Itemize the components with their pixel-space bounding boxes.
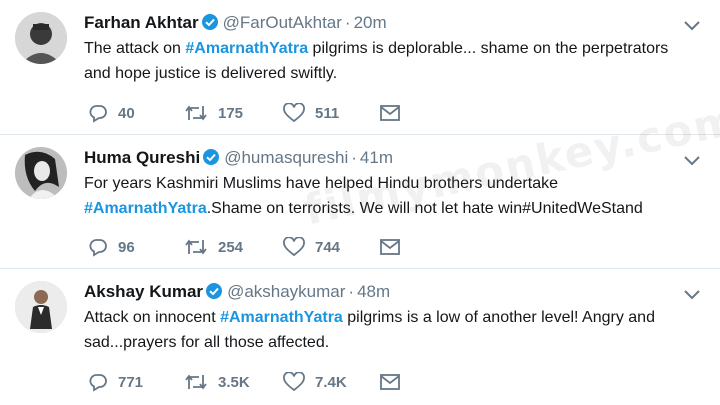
like-button[interactable]: 511 [283,102,339,124]
tweet-feed: Farhan Akhtar @FarOutAkhtar · 20m The attac… [0,0,720,405]
separator-dot: · [344,13,351,32]
tweet-header: Farhan Akhtar @FarOutAkhtar · 20m [84,12,387,37]
like-button[interactable]: 744 [283,236,340,258]
retweet-button[interactable]: 3.5K [184,371,250,393]
verified-badge-icon [202,148,220,172]
avatar[interactable] [15,281,67,333]
tweet-text-part: .Shame on terrorists. We will not let ha… [206,200,643,217]
like-count: 744 [315,238,341,256]
avatar[interactable] [15,147,67,199]
hashtag-link[interactable]: #AmarnathYatra [84,200,207,217]
reply-icon [89,239,107,257]
reply-button[interactable]: 40 [88,102,135,124]
reply-count: 771 [118,373,144,391]
envelope-icon [380,105,400,121]
separator-dot: · [351,148,357,167]
direct-message-button[interactable] [380,236,410,258]
chevron-down-icon[interactable] [684,153,700,171]
verified-badge-icon [201,13,219,37]
heart-icon [283,103,305,123]
tweet-text-part: The attack on [84,40,186,57]
reply-button[interactable]: 96 [88,236,135,258]
tweet-header: Huma Qureshi @humasqureshi · 41m [84,147,393,172]
heart-icon [283,237,305,257]
envelope-icon [380,374,400,390]
envelope-icon [380,239,400,255]
reply-button[interactable]: 771 [88,371,143,393]
reply-count: 96 [118,238,135,256]
timestamp[interactable]: 48m [357,282,390,301]
retweet-icon [185,105,207,121]
tweet-header: Akshay Kumar @akshaykumar · 48m [84,281,390,306]
like-count: 511 [315,104,340,122]
user-handle[interactable]: @FarOutAkhtar [223,13,342,32]
tweet[interactable]: Akshay Kumar @akshaykumar · 48m Attack on i… [0,269,720,405]
tweet-text: The attack on #AmarnathYatra pilgrims is… [84,36,694,86]
user-name[interactable]: Huma Qureshi [84,148,200,167]
timestamp[interactable]: 41m [360,148,393,167]
tweet[interactable]: Huma Qureshi @humasqureshi · 41m For years … [0,135,720,269]
tweet-text: For years Kashmiri Muslims have helped H… [84,171,694,221]
like-count: 7.4K [315,373,347,391]
retweet-count: 3.5K [218,373,250,391]
tweet-text: Attack on innocent #AmarnathYatra pilgri… [84,305,694,355]
tweet[interactable]: Farhan Akhtar @FarOutAkhtar · 20m The attac… [0,0,720,135]
reply-icon [89,105,107,123]
timestamp[interactable]: 20m [354,13,387,32]
user-handle[interactable]: @akshaykumar [227,282,345,301]
direct-message-button[interactable] [380,371,410,393]
retweet-count: 254 [218,238,244,256]
tweet-text-part: Attack on innocent [84,309,221,326]
chevron-down-icon[interactable] [684,287,700,305]
avatar[interactable] [15,12,67,64]
retweet-count: 175 [218,104,244,122]
reply-icon [89,374,107,392]
retweet-icon [185,374,207,390]
hashtag-link[interactable]: #AmarnathYatra [185,40,308,57]
direct-message-button[interactable] [380,102,410,124]
hashtag-link[interactable]: #AmarnathYatra [220,309,343,326]
retweet-icon [185,239,207,255]
user-name[interactable]: Akshay Kumar [84,282,203,301]
like-button[interactable]: 7.4K [283,371,347,393]
verified-badge-icon [205,282,223,306]
chevron-down-icon[interactable] [684,18,700,36]
user-handle[interactable]: @humasqureshi [224,148,348,167]
retweet-button[interactable]: 175 [184,102,243,124]
separator-dot: · [348,282,355,301]
heart-icon [283,372,305,392]
reply-count: 40 [118,104,135,122]
tweet-text-part: For years Kashmiri Muslims have helped H… [84,175,558,192]
user-name[interactable]: Farhan Akhtar [84,13,199,32]
retweet-button[interactable]: 254 [184,236,243,258]
